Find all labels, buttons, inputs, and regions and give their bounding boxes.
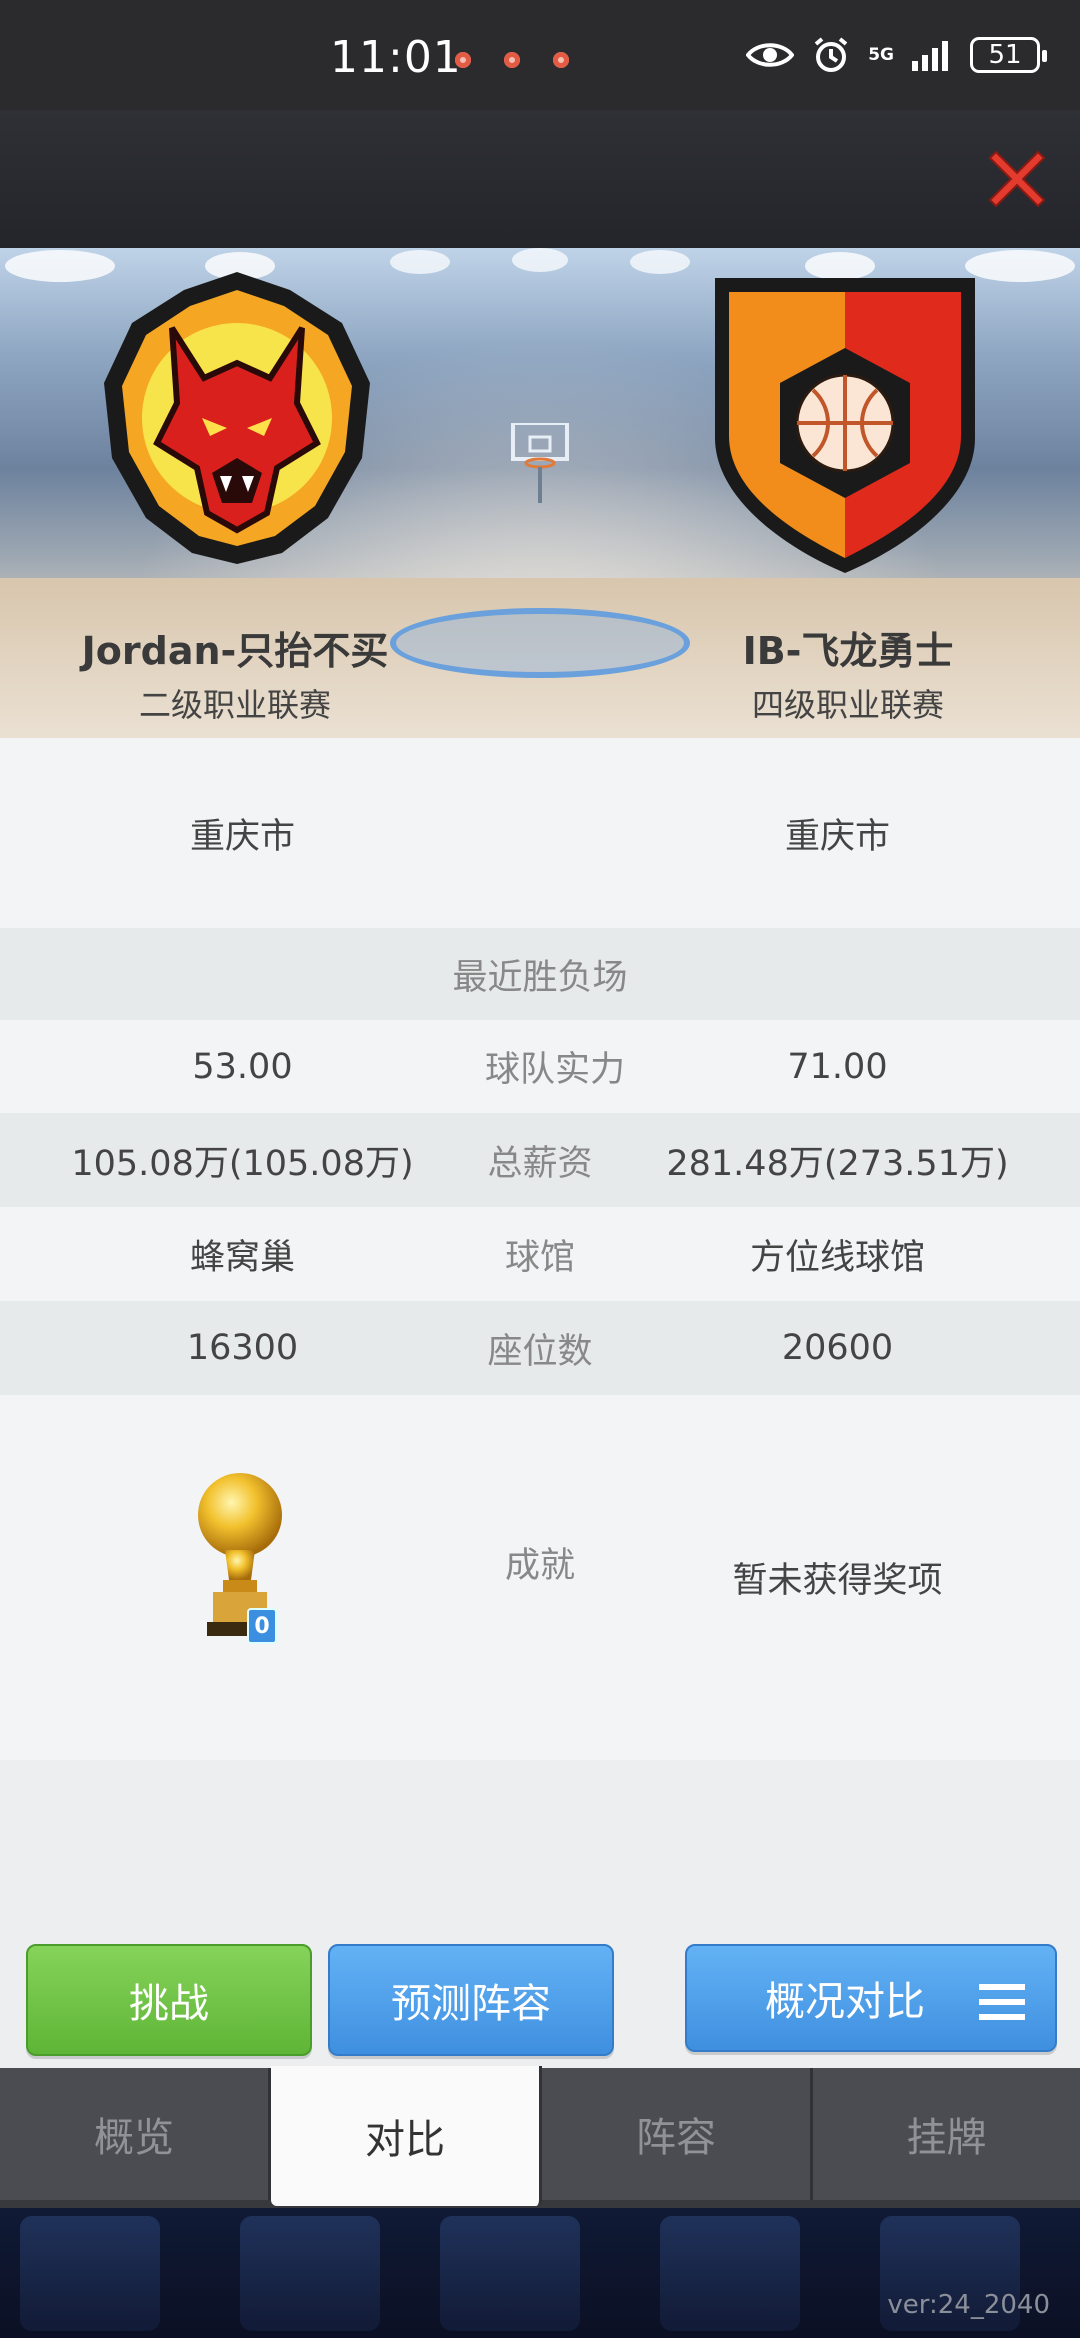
dialog-header <box>0 110 1080 248</box>
notification-icon <box>553 52 569 68</box>
away-city: 重庆市 <box>784 816 890 857</box>
nav-icon <box>660 2216 800 2331</box>
signal-icon <box>912 39 952 71</box>
tab-bar: 概览 对比 阵容 挂牌 <box>0 2066 1080 2208</box>
trophy-count-badge: 0 <box>247 1608 277 1644</box>
wolf-logo-icon <box>104 272 370 564</box>
away-arena: 方位线球馆 <box>749 1237 925 1278</box>
arena-label: 球馆 <box>504 1237 575 1278</box>
seats-label: 座位数 <box>487 1331 593 1372</box>
nav-icon <box>440 2216 580 2331</box>
salary-row: 105.08万(105.08万) 总薪资 281.48万(273.51万) <box>0 1113 1080 1207</box>
strength-row: 53.00 球队实力 71.00 <box>0 1020 1080 1113</box>
battery-level: 51 <box>988 40 1022 70</box>
seats-row: 16300 座位数 20600 <box>0 1301 1080 1395</box>
city-row: 重庆市 重庆市 <box>0 738 1080 928</box>
home-arena: 蜂窝巢 <box>189 1237 295 1278</box>
nav-icon <box>20 2216 160 2331</box>
court-center-circle <box>390 608 690 678</box>
close-icon[interactable] <box>982 144 1052 214</box>
eye-icon <box>746 40 795 70</box>
home-salary: 105.08万(105.08万) <box>71 1143 414 1184</box>
away-achievement: 暂未获得奖项 <box>732 1561 943 1601</box>
hoop-icon <box>511 423 569 503</box>
away-seats: 20600 <box>781 1328 894 1368</box>
status-bar: 11:01 5G 51 <box>0 0 1080 110</box>
battery-icon: 51 <box>970 37 1047 73</box>
alarm-icon <box>812 36 850 74</box>
basketball-shield-logo-icon <box>715 278 975 573</box>
away-team-league: 四级职业联赛 <box>751 686 944 724</box>
arena-row: 蜂窝巢 球馆 方位线球馆 <box>0 1207 1080 1301</box>
menu-icon <box>979 1984 1025 2020</box>
overview-compare-label: 概况对比 <box>765 1979 925 2025</box>
trophy-icon[interactable]: 0 <box>195 1470 295 1650</box>
status-indicators: 5G 51 <box>746 36 1047 74</box>
bottom-nav-background: ver:24_2040 <box>0 2208 1080 2338</box>
team-banner: Jordan-只抬不买 二级职业联赛 IB-飞龙勇士 四级职业联赛 <box>0 248 1080 738</box>
tab-compare[interactable]: 对比 <box>271 2066 542 2206</box>
away-team-name: IB-飞龙勇士 <box>742 629 954 673</box>
network-type: 5G <box>868 44 894 65</box>
version-label: ver:24_2040 <box>887 2290 1050 2320</box>
status-time: 11:01 <box>330 32 462 83</box>
strength-label: 球队实力 <box>485 1050 626 1090</box>
away-strength: 71.00 <box>787 1046 888 1087</box>
achievement-row: 成就 暂未获得奖项 <box>0 1395 1080 1760</box>
home-team-league: 二级职业联赛 <box>138 686 331 724</box>
tab-overview[interactable]: 概览 <box>0 2068 271 2200</box>
notification-icons <box>455 52 569 68</box>
home-seats: 16300 <box>186 1328 299 1368</box>
overview-compare-button[interactable]: 概况对比 <box>685 1944 1057 2052</box>
home-strength: 53.00 <box>192 1046 293 1087</box>
notification-icon <box>504 52 520 68</box>
challenge-button[interactable]: 挑战 <box>26 1944 312 2056</box>
recent-record-label: 最近胜负场 <box>452 957 628 998</box>
home-city: 重庆市 <box>189 816 295 857</box>
salary-label: 总薪资 <box>487 1143 593 1184</box>
notification-icon <box>455 52 471 68</box>
tab-listing[interactable]: 挂牌 <box>813 2068 1080 2200</box>
predict-lineup-button[interactable]: 预测阵容 <box>328 1944 614 2056</box>
achievement-label: 成就 <box>504 1546 575 1586</box>
nav-icon <box>240 2216 380 2331</box>
recent-record-row: 最近胜负场 <box>0 928 1080 1020</box>
away-salary: 281.48万(273.51万) <box>666 1143 1009 1184</box>
home-team-name: Jordan-只抬不买 <box>81 629 389 673</box>
tab-lineup[interactable]: 阵容 <box>542 2068 813 2200</box>
